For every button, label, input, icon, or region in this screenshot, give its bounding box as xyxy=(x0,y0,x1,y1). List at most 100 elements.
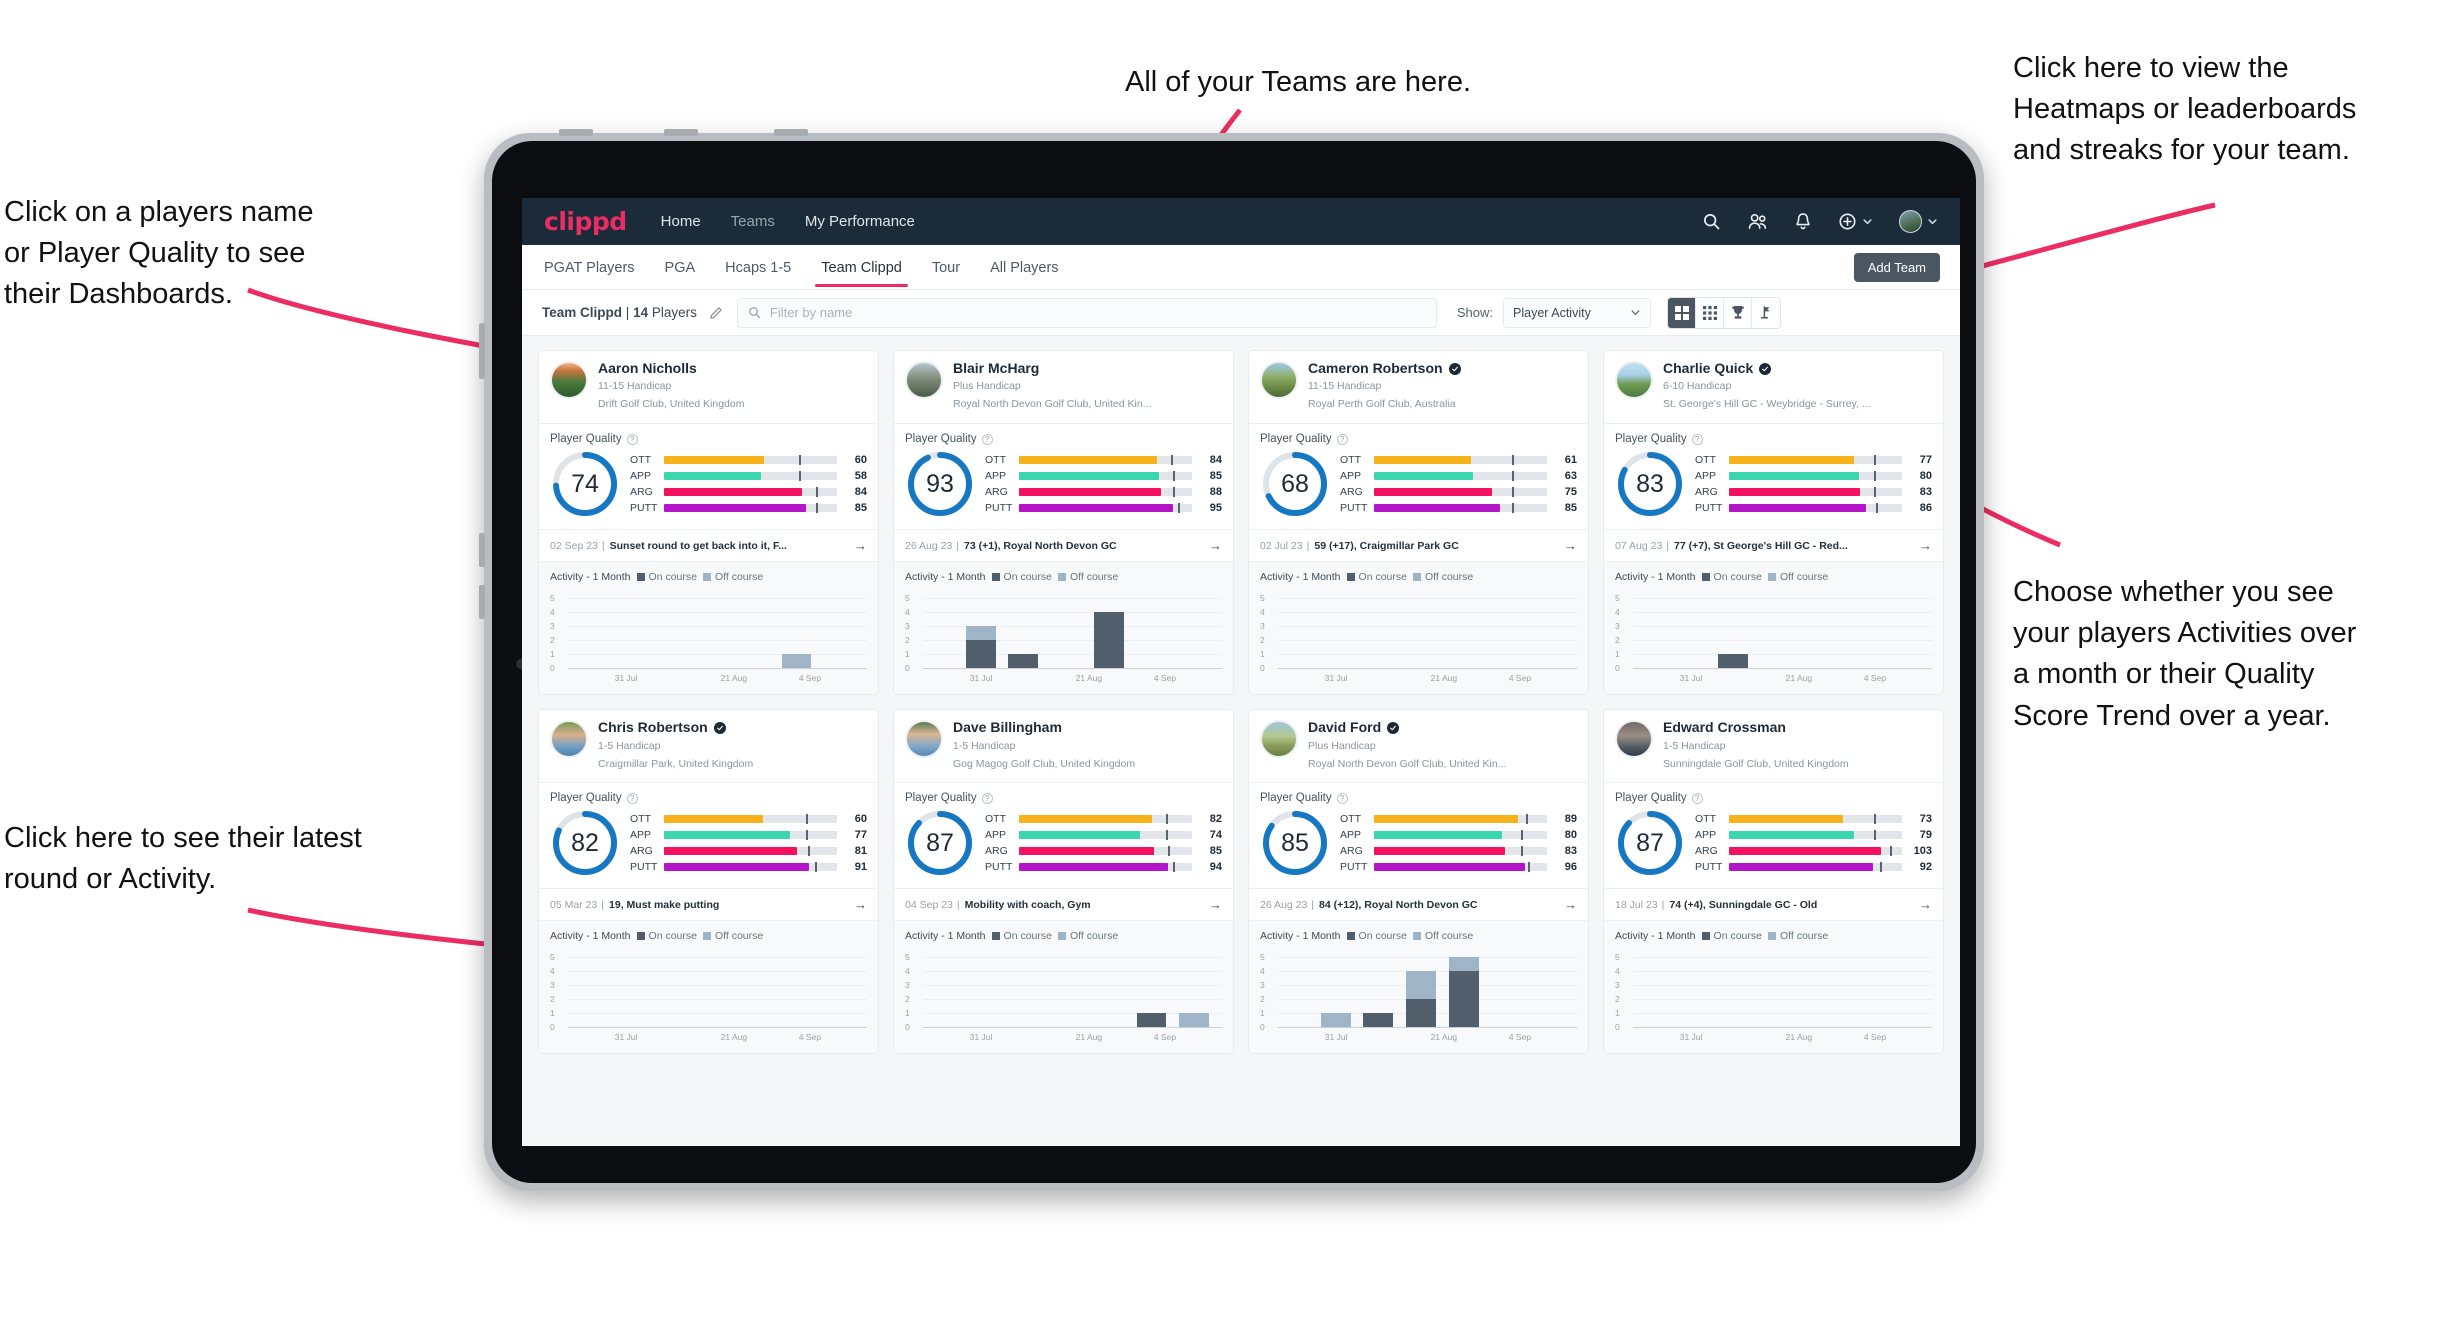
team-icon[interactable] xyxy=(1747,212,1768,231)
metric-bar-fill xyxy=(1729,831,1854,840)
activity-bar xyxy=(1448,957,1479,1028)
player-card[interactable]: David Ford Plus Handicap Royal North Devon… xyxy=(1248,709,1589,1055)
player-name-row[interactable]: Charlie Quick xyxy=(1663,360,1871,376)
player-quality-body[interactable]: 87 OTT 73 APP 79 ARG 103 PUTT 92 xyxy=(1604,806,1943,888)
player-name-row[interactable]: Aaron Nicholls xyxy=(598,360,744,376)
search-input[interactable]: Filter by name xyxy=(736,297,1437,328)
bell-icon[interactable] xyxy=(1794,212,1812,231)
player-card[interactable]: Aaron Nicholls 11-15 Handicap Drift Golf C… xyxy=(538,350,879,696)
metric-row: PUTT 96 xyxy=(1340,859,1577,875)
quality-score-ring: 83 xyxy=(1615,449,1685,519)
x-axis-tick-label: 21 Aug xyxy=(1430,1032,1458,1043)
tab-pgat-players[interactable]: PGAT Players xyxy=(542,248,637,287)
player-name-row[interactable]: David Ford xyxy=(1308,719,1506,736)
player-name-row[interactable]: Cameron Robertson xyxy=(1308,360,1461,376)
player-card[interactable]: Cameron Robertson 11-15 Handicap Royal Per… xyxy=(1248,350,1589,696)
help-icon[interactable]: ? xyxy=(1691,433,1703,445)
player-name-row[interactable]: Chris Robertson xyxy=(598,719,753,735)
player-quality-body[interactable]: 82 OTT 60 APP 77 ARG 81 PUTT 91 xyxy=(539,806,878,888)
player-card[interactable]: Chris Robertson 1-5 Handicap Craigmillar P… xyxy=(538,709,879,1055)
latest-round-separator: | xyxy=(1311,898,1315,911)
metric-row: OTT 77 xyxy=(1695,452,1932,468)
edit-pencil-icon[interactable] xyxy=(709,306,723,320)
latest-round-row[interactable]: 18 Jul 23 | 74 (+4), Sunningdale GC - Old → xyxy=(1604,888,1943,920)
tab-hcaps-1-5[interactable]: Hcaps 1-5 xyxy=(723,248,793,287)
add-team-button[interactable]: Add Team xyxy=(1853,253,1940,282)
player-quality-body[interactable]: 68 OTT 61 APP 63 ARG 75 PUTT 85 xyxy=(1249,447,1588,529)
legend-on-label: On course xyxy=(1713,571,1762,584)
arrow-right-icon[interactable]: → xyxy=(1564,538,1577,553)
latest-round-row[interactable]: 04 Sep 23 | Mobility with coach, Gym → xyxy=(894,888,1233,920)
player-card-header: Edward Crossman 1-5 Handicap Sunningdale G… xyxy=(1604,710,1943,782)
arrow-right-icon[interactable]: → xyxy=(854,538,867,553)
player-card[interactable]: Dave Billingham 1-5 Handicap Gog Magog Gol… xyxy=(893,709,1234,1055)
player-card[interactable]: Blair McHarg Plus Handicap Royal North Dev… xyxy=(893,350,1234,696)
arrow-right-icon[interactable]: → xyxy=(1919,538,1932,553)
player-handicap: 6-10 Handicap xyxy=(1663,380,1732,393)
player-name-row[interactable]: Edward Crossman xyxy=(1663,719,1849,735)
show-select[interactable]: Player Activity xyxy=(1503,297,1652,328)
latest-round-row[interactable]: 26 Aug 23 | 73 (+1), Royal North Devon GC → xyxy=(894,529,1233,561)
player-quality-body[interactable]: 87 OTT 82 APP 74 ARG 85 PUTT 94 xyxy=(894,806,1233,888)
y-axis-tick-label: 4 xyxy=(905,607,910,618)
help-icon[interactable]: ? xyxy=(1691,792,1703,804)
legend-off-label: Off course xyxy=(1069,571,1119,584)
arrow-right-icon[interactable]: → xyxy=(1209,538,1222,553)
help-icon[interactable]: ? xyxy=(981,433,993,445)
help-icon[interactable]: ? xyxy=(1336,433,1348,445)
legend-on-course: On course xyxy=(1701,930,1762,942)
player-quality-body[interactable]: 83 OTT 77 APP 80 ARG 83 PUTT 86 xyxy=(1604,447,1943,529)
nav-my-performance[interactable]: My Performance xyxy=(805,213,915,230)
search-icon[interactable] xyxy=(1702,212,1721,231)
arrow-right-icon[interactable]: → xyxy=(1564,897,1577,912)
player-card[interactable]: Edward Crossman 1-5 Handicap Sunningdale G… xyxy=(1603,709,1944,1055)
player-name: David Ford xyxy=(1308,719,1382,736)
legend-swatch-on xyxy=(1701,932,1710,941)
grid-view-icon[interactable] xyxy=(1668,297,1697,328)
tab-tour[interactable]: Tour xyxy=(930,248,962,287)
nav-teams[interactable]: Teams xyxy=(731,213,775,230)
trophy-icon[interactable] xyxy=(1724,297,1753,328)
player-quality-title: Player Quality? xyxy=(539,424,878,447)
player-avatar xyxy=(905,361,943,399)
help-icon[interactable]: ? xyxy=(626,792,638,804)
x-axis-line xyxy=(923,668,1222,670)
tab-pga[interactable]: PGA xyxy=(663,248,698,287)
activity-section: Activity - 1 Month On course Off course 5 4 3… xyxy=(894,561,1233,695)
avatar[interactable] xyxy=(1899,210,1938,233)
help-icon[interactable]: ? xyxy=(981,792,993,804)
golf-pin-icon[interactable] xyxy=(1752,297,1781,328)
arrow-right-icon[interactable]: → xyxy=(854,897,867,912)
nav-home[interactable]: Home xyxy=(661,213,701,230)
y-axis-tick-label: 1 xyxy=(1260,1008,1265,1019)
arrow-right-icon[interactable]: → xyxy=(1209,897,1222,912)
clippd-logo[interactable]: clippd xyxy=(544,207,627,236)
y-axis-tick-label: 1 xyxy=(1615,649,1620,660)
tab-team-clippd[interactable]: Team Clippd xyxy=(815,248,908,287)
player-name-row[interactable]: Dave Billingham xyxy=(953,719,1135,735)
player-card[interactable]: Charlie Quick 6-10 Handicap St. George's H… xyxy=(1603,350,1944,696)
tab-all-players[interactable]: All Players xyxy=(988,248,1061,287)
latest-round-row[interactable]: 02 Sep 23 | Sunset round to get back into … xyxy=(539,529,878,561)
dense-grid-icon[interactable] xyxy=(1696,297,1725,328)
plus-circle-icon[interactable] xyxy=(1838,212,1873,231)
latest-round-row[interactable]: 26 Aug 23 | 84 (+12), Royal North Devon GC… xyxy=(1249,888,1588,920)
player-quality-body[interactable]: 85 OTT 89 APP 80 ARG 83 PUTT 96 xyxy=(1249,806,1588,888)
help-icon[interactable]: ? xyxy=(626,433,638,445)
y-axis-tick-label: 5 xyxy=(550,593,555,604)
player-avatar xyxy=(1615,720,1653,759)
player-avatar xyxy=(550,361,588,399)
latest-round-row[interactable]: 02 Jul 23 | 59 (+17), Craigmillar Park GC → xyxy=(1249,529,1588,561)
arrow-right-icon[interactable]: → xyxy=(1919,897,1932,912)
player-quality-body[interactable]: 93 OTT 84 APP 85 ARG 88 PUTT 95 xyxy=(894,447,1233,529)
latest-round-row[interactable]: 07 Aug 23 | 77 (+7), St George's Hill GC -… xyxy=(1604,529,1943,561)
player-card-header: Charlie Quick 6-10 Handicap St. George's H… xyxy=(1604,351,1943,423)
activity-section: Activity - 1 Month On course Off course 5 4 3… xyxy=(1604,920,1943,1054)
player-quality-body[interactable]: 74 OTT 60 APP 58 ARG 84 PUTT 85 xyxy=(539,447,878,529)
latest-round-row[interactable]: 05 Mar 23 | 19, Must make putting → xyxy=(539,888,878,920)
player-quality-title: Player Quality? xyxy=(1604,424,1943,447)
bar-plot-area xyxy=(923,949,1222,1028)
x-axis-tick-label: 4 Sep xyxy=(1153,1032,1177,1043)
help-icon[interactable]: ? xyxy=(1336,792,1348,804)
player-name-row[interactable]: Blair McHarg xyxy=(953,360,1151,376)
